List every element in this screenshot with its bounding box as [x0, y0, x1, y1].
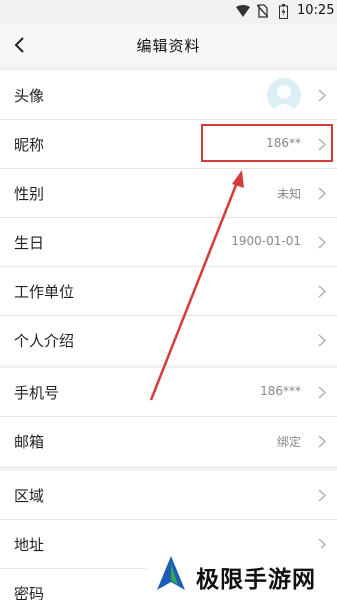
row-label: 邮箱 — [14, 433, 45, 451]
row-label: 手机号 — [14, 384, 60, 402]
chevron-right-icon — [318, 236, 326, 249]
no-sim-icon — [257, 4, 268, 18]
avatar-placeholder-icon — [272, 85, 296, 112]
chevron-right-icon — [318, 187, 326, 200]
row-phone[interactable]: 手机号 186*** — [0, 368, 337, 417]
row-label: 个人介绍 — [14, 332, 75, 350]
watermark-logo-icon — [151, 554, 191, 594]
battery-icon — [279, 4, 288, 19]
watermark-text: 极限手游网 — [196, 567, 316, 593]
profile-info-group: 头像 昵称 186** 性别 未知 生日 1900-01-01 工作单位 个人介… — [0, 71, 337, 365]
chevron-right-icon — [318, 89, 326, 102]
row-label: 昵称 — [14, 136, 45, 154]
site-watermark: 极限手游网 — [146, 548, 337, 600]
clock-time: 10:25 — [297, 3, 335, 18]
row-value: 未知 — [276, 187, 301, 201]
chevron-right-icon — [318, 435, 326, 448]
row-label: 密码 — [14, 585, 45, 600]
row-introduction[interactable]: 个人介绍 — [0, 316, 337, 365]
chevron-right-icon — [318, 334, 326, 347]
row-label: 性别 — [14, 185, 45, 203]
row-label: 地址 — [14, 536, 45, 554]
wifi-icon — [236, 5, 250, 17]
contact-group: 手机号 186*** 邮箱 绑定 — [0, 368, 337, 466]
chevron-right-icon — [318, 285, 326, 298]
chevron-right-icon — [318, 489, 326, 502]
row-label: 生日 — [14, 234, 45, 252]
row-avatar[interactable]: 头像 — [0, 71, 337, 120]
row-gender[interactable]: 性别 未知 — [0, 169, 337, 218]
row-value: 186*** — [260, 384, 301, 398]
row-birthday[interactable]: 生日 1900-01-01 — [0, 218, 337, 267]
row-region[interactable]: 区域 — [0, 471, 337, 520]
row-label: 工作单位 — [14, 283, 75, 301]
avatar[interactable] — [267, 78, 301, 112]
row-label: 头像 — [14, 87, 45, 105]
chevron-right-icon — [318, 386, 326, 399]
page-title: 编辑资料 — [136, 37, 201, 55]
row-email[interactable]: 邮箱 绑定 — [0, 417, 337, 466]
row-label: 区域 — [14, 487, 45, 505]
row-value: 绑定 — [276, 435, 301, 449]
highlight-box — [201, 124, 333, 162]
row-value: 1900-01-01 — [231, 234, 301, 248]
status-bar: 10:25 — [0, 0, 337, 24]
row-workplace[interactable]: 工作单位 — [0, 267, 337, 316]
top-nav-bar: 编辑资料 — [0, 24, 337, 66]
